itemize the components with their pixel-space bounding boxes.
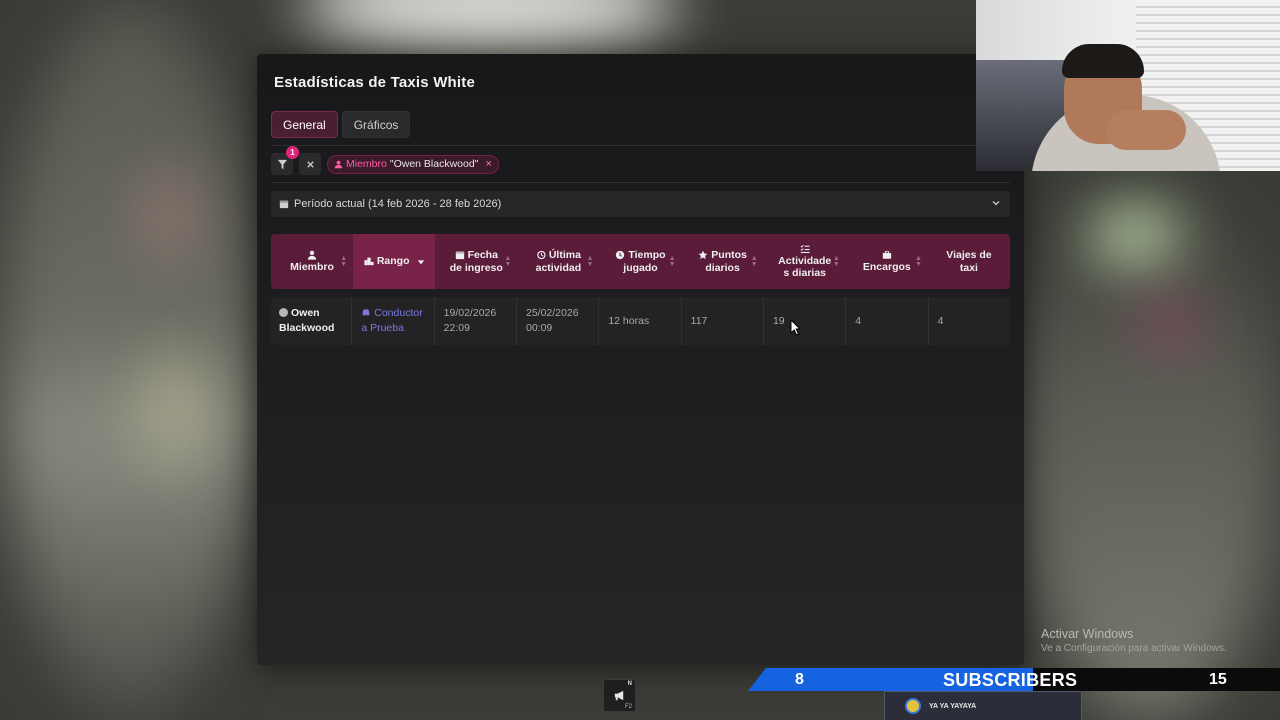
activate-windows-watermark: Activar Windows Ve a Configuración para …	[1041, 627, 1227, 654]
cell-rank: Conductor a Prueba	[352, 297, 435, 345]
user-icon	[307, 250, 317, 260]
cell-daily-points: 117	[682, 297, 764, 345]
table-body: Owen Blackwood Conductor a Prueba 19/02/…	[271, 297, 1010, 345]
stats-panel: Estadísticas de Taxis White General Gráf…	[257, 54, 1024, 665]
cell-taxi-trips: 4	[937, 314, 944, 327]
table-row[interactable]: Owen Blackwood Conductor a Prueba 19/02/…	[271, 297, 1010, 345]
megaphone-icon	[614, 690, 624, 701]
stream-notification: YA YA YAYAYA	[884, 691, 1082, 720]
chip-value: "Owen Blackwood"	[389, 158, 479, 170]
column-header-viajes-taxi[interactable]: Viajes de taxi	[928, 234, 1010, 289]
status-dot-icon	[279, 308, 288, 317]
mouse-cursor-icon	[790, 319, 801, 336]
cell-joined: 19/02/2026 22:09	[435, 297, 517, 345]
filter-row: 1 Miembro "Owen Blackwood" ×	[271, 146, 499, 176]
avatar	[905, 698, 921, 714]
chip-remove-button[interactable]: ×	[485, 158, 491, 170]
column-header-miembro[interactable]: Miembro ▲ ▼	[271, 234, 353, 289]
member-filter-chip: Miembro "Owen Blackwood" ×	[327, 154, 499, 174]
calendar-icon	[455, 251, 464, 259]
filter-icon	[277, 159, 287, 169]
period-select[interactable]: Período actual (14 feb 2026 - 28 feb 202…	[271, 191, 1010, 217]
cell-member: Owen Blackwood	[271, 297, 353, 345]
subscribers-label: SUBSCRIBERS	[943, 670, 1078, 690]
subscribers-current: 8	[795, 671, 804, 688]
chevron-down-icon	[992, 201, 1000, 206]
sort-icon: ▲ ▼	[832, 254, 840, 268]
column-header-ultima-actividad[interactable]: Última actividad ▲ ▼	[517, 234, 599, 289]
column-header-puntos-diarios[interactable]: Puntos diarios ▲ ▼	[682, 234, 764, 289]
car-icon	[362, 309, 370, 316]
cell-time-played: 12 horas	[599, 297, 682, 345]
sort-icon: ▲ ▼	[504, 254, 512, 268]
hud-key-label: N	[627, 681, 632, 687]
stats-table: Miembro ▲ ▼ Rango Fecha de ingreso ▲ ▼ Ú…	[271, 234, 1010, 345]
divider	[271, 182, 1010, 183]
sort-icon: ▲ ▼	[586, 254, 594, 268]
subscribers-goal: 15	[1209, 671, 1227, 688]
sort-icon: ▲ ▼	[750, 254, 758, 268]
filter-button[interactable]: 1	[271, 146, 299, 175]
column-header-tiempo-jugado[interactable]: Tiempo jugado ▲ ▼	[599, 234, 681, 289]
clear-filters-button[interactable]	[299, 153, 321, 175]
column-header-fecha-ingreso[interactable]: Fecha de ingreso ▲ ▼	[435, 234, 517, 289]
list-check-icon	[800, 244, 810, 253]
divider	[271, 145, 1010, 146]
subscribers-bar: 8 SUBSCRIBERS 15	[748, 668, 1280, 691]
announce-hud-button[interactable]: N F2	[603, 679, 636, 712]
column-header-actividades-diarias[interactable]: Actividade s diarias ▲ ▼	[764, 234, 846, 289]
star-icon	[698, 250, 708, 259]
calendar-icon	[279, 200, 289, 209]
clock-icon	[616, 250, 625, 259]
cell-daily-activities: 19	[764, 297, 847, 345]
tab-bar: General Gráficos	[271, 111, 411, 138]
filter-count-badge: 1	[286, 146, 299, 159]
webcam-overlay	[976, 0, 1280, 171]
rank-icon	[364, 257, 374, 266]
hud-key-hint: F2	[624, 704, 632, 710]
cell-assignments: 4	[846, 297, 929, 345]
period-label: Período actual (14 feb 2026 - 28 feb 202…	[294, 198, 502, 210]
caret-down-icon	[417, 259, 424, 264]
cell-last-activity: 25/02/2026 00:09	[517, 297, 600, 345]
tab-graficos[interactable]: Gráficos	[341, 111, 411, 138]
tab-general[interactable]: General	[271, 111, 338, 138]
chip-key: Miembro	[346, 158, 387, 170]
column-header-encargos[interactable]: Encargos ▲ ▼	[846, 234, 928, 289]
user-icon	[334, 160, 343, 168]
sort-icon: ▲ ▼	[340, 254, 348, 268]
close-icon	[306, 160, 314, 168]
sort-icon: ▲ ▼	[914, 254, 922, 268]
history-icon	[537, 250, 546, 259]
table-header: Miembro ▲ ▼ Rango Fecha de ingreso ▲ ▼ Ú…	[271, 234, 1010, 289]
briefcase-icon	[882, 250, 891, 259]
sort-icon: ▲ ▼	[668, 254, 676, 268]
page-title: Estadísticas de Taxis White	[274, 74, 476, 91]
column-header-rango[interactable]: Rango	[353, 234, 436, 289]
